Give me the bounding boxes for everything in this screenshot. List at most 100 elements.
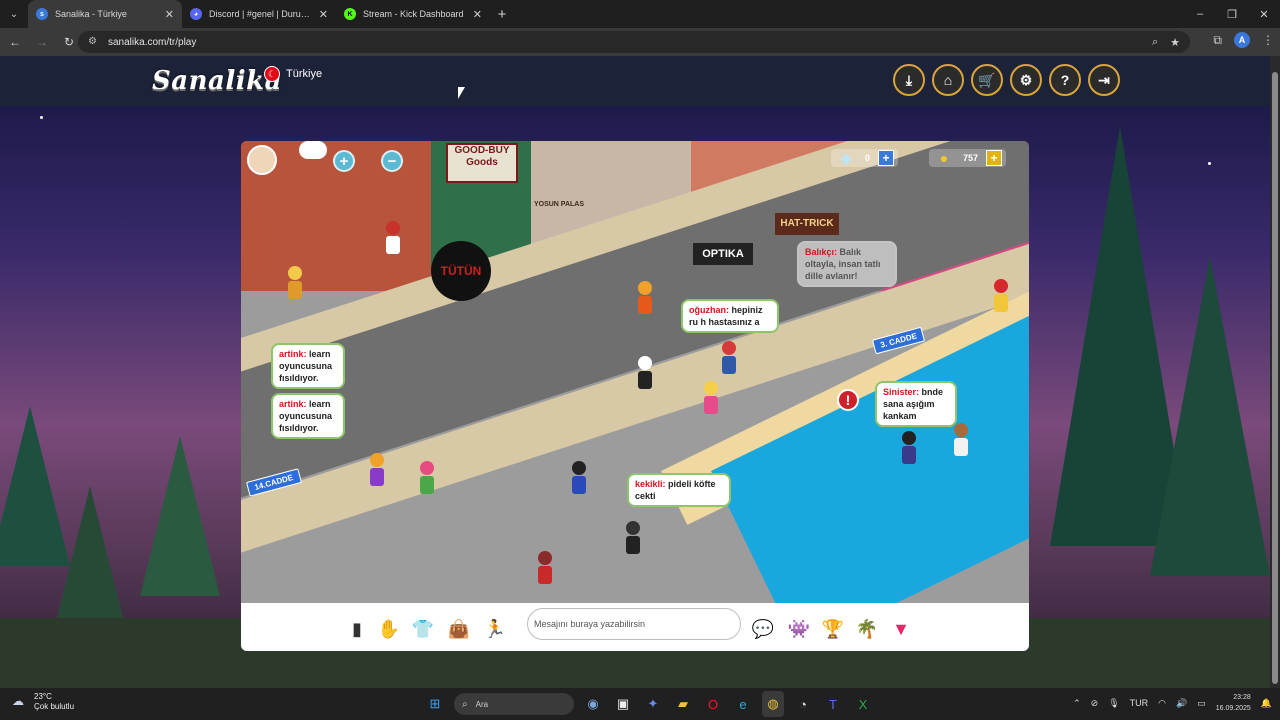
microphone-icon[interactable]: 🎙 (1108, 698, 1119, 709)
outfit-icon[interactable]: 👕 (409, 615, 437, 643)
help-icon[interactable]: ? (1049, 64, 1081, 96)
tab-discord[interactable]: ◕ Discord | #genel | Durum B ✕ (182, 0, 336, 28)
battery-icon[interactable]: ▭ (1197, 698, 1206, 709)
chat-sender: artink: (279, 399, 307, 409)
home-icon[interactable]: ⌂ (932, 64, 964, 96)
site-info-icon[interactable]: ⚙ (88, 36, 100, 48)
wifi-icon[interactable]: ◠ (1158, 698, 1166, 709)
player-avatar-npc[interactable] (625, 521, 641, 555)
address-bar[interactable]: ⚙ sanalika.com/tr/play ⌕ ★ (78, 31, 1190, 53)
minimize-button[interactable]: – (1184, 0, 1216, 28)
start-button[interactable]: ⊞ (424, 691, 446, 717)
diamond-icon: ◆ (840, 149, 852, 166)
excel-icon[interactable]: X (852, 691, 874, 717)
language-indicator[interactable]: TUR (1130, 698, 1149, 708)
add-diamonds-button[interactable]: + (878, 150, 895, 166)
player-avatar-npc[interactable] (419, 461, 435, 495)
player-avatar-npc[interactable] (637, 281, 653, 315)
weather-widget[interactable]: ☁ 23°C Çok bulutlu (12, 692, 74, 712)
island-icon[interactable]: 🌴 (853, 615, 881, 643)
extensions-icon[interactable]: ⧉ (1213, 33, 1222, 48)
file-explorer-icon[interactable]: ▰ (672, 691, 694, 717)
network-status-icon[interactable]: ⊘ (1091, 698, 1099, 709)
volume-icon[interactable]: 🔊 (1176, 698, 1187, 709)
phone-icon[interactable]: ▮ (343, 615, 371, 643)
maximize-button[interactable]: ❐ (1216, 0, 1248, 28)
forward-button[interactable]: → (30, 30, 54, 54)
bookmark-star-icon[interactable]: ★ (1170, 36, 1180, 49)
tab-sanalika[interactable]: s Sanalika - Türkiye ✕ (28, 0, 182, 28)
emote-hands-icon[interactable]: ✋ (375, 615, 403, 643)
zoom-out-button[interactable]: − (381, 150, 403, 172)
trophy-icon[interactable]: 🏆 (819, 615, 847, 643)
sanalika-logo[interactable]: Sanalika (152, 66, 282, 96)
page-scrollbar[interactable] (1270, 56, 1280, 688)
chat-input[interactable] (527, 608, 741, 640)
tab-kick[interactable]: K Stream - Kick Dashboard ✕ (336, 0, 490, 28)
chat-bubbles-icon[interactable]: 💬 (749, 615, 777, 643)
gear-icon[interactable]: ⚙ (1010, 64, 1042, 96)
pet-icon[interactable]: 👾 (785, 615, 813, 643)
download-icon[interactable]: ⤓ (893, 64, 925, 96)
close-tab-icon[interactable]: ✕ (313, 8, 328, 21)
chat-sender: Balıkçı: (805, 247, 838, 257)
hattrick-sign: HAT-TRICK (775, 213, 839, 235)
game-viewport[interactable]: GOOD-BUY Goods TÜTÜN OPTIKA HAT-TRICK YO… (241, 141, 1029, 603)
game-chat-bar: ▮ ✋ 👕 👜 🏃 💬 👾 🏆 🌴 ▼ (241, 603, 1029, 651)
menu-toggle-icon[interactable]: ▼ (887, 615, 915, 643)
notification-bell-icon[interactable]: 🔔 (1261, 698, 1272, 709)
close-tab-icon[interactable]: ✕ (467, 8, 482, 21)
coin-counter: ● 757 + (929, 149, 1007, 167)
scrollbar-thumb[interactable] (1272, 72, 1278, 684)
thought-bubble-icon[interactable] (299, 141, 327, 159)
player-avatar-npc[interactable] (637, 356, 653, 390)
player-avatar-npc[interactable] (287, 266, 303, 300)
widget-app-icon[interactable]: ◉ (582, 691, 604, 717)
tab-search-chevron-icon[interactable]: ⌄ (0, 0, 28, 28)
obs-icon[interactable]: ◔ (792, 691, 814, 717)
edge-icon[interactable]: e (732, 691, 754, 717)
tab-title: Stream - Kick Dashboard (363, 9, 464, 19)
player-avatar-npc[interactable] (369, 453, 385, 487)
player-avatar-npc[interactable] (901, 431, 917, 465)
player-avatar-npc[interactable] (571, 461, 587, 495)
cloud-icon: ☁ (12, 694, 24, 708)
alert-icon[interactable]: ! (837, 389, 859, 411)
url-text: sanalika.com/tr/play (108, 36, 197, 48)
teams-icon[interactable]: T (822, 691, 844, 717)
region-selector[interactable]: ☾ Türkiye (264, 66, 322, 82)
copilot-icon[interactable]: ✦ (642, 691, 664, 717)
tray-chevron-icon[interactable]: ⌃ (1073, 698, 1081, 709)
logout-icon[interactable]: ⇥ (1088, 64, 1120, 96)
tutun-sign[interactable]: TÜTÜN (431, 241, 491, 301)
close-window-button[interactable]: ✕ (1248, 0, 1280, 28)
player-avatar-npc[interactable] (993, 279, 1009, 313)
cart-icon[interactable]: 🛒 (971, 64, 1003, 96)
player-avatar-npc[interactable] (721, 341, 737, 375)
goodbuy-sign: GOOD-BUY Goods (446, 143, 518, 183)
add-coins-button[interactable]: + (986, 150, 1003, 166)
inventory-bag-icon[interactable]: 👜 (445, 615, 473, 643)
player-avatar-npc[interactable] (385, 221, 401, 255)
chrome-icon[interactable]: ◍ (762, 691, 784, 717)
dance-icon[interactable]: 🏃 (481, 615, 509, 643)
player-avatar-npc[interactable] (703, 381, 719, 415)
browser-toolbar: ← → ↻ ⚙ sanalika.com/tr/play ⌕ ★ ⧉ A ⋮ (0, 28, 1280, 56)
browser-menu-icon[interactable]: ⋮ (1262, 33, 1274, 47)
system-tray: ⌃ ⊘ 🎙 TUR ◠ 🔊 ▭ 23:28 16.09.2025 🔔 (1073, 692, 1272, 714)
zoom-icon[interactable]: ⌕ (1152, 36, 1158, 49)
new-tab-button[interactable]: + (490, 6, 514, 23)
opera-icon[interactable]: O (702, 691, 724, 717)
player-avatar-npc[interactable] (537, 551, 553, 585)
coin-icon: ● (939, 150, 949, 166)
taskbar-search[interactable]: ⌕ Ara (454, 693, 574, 715)
player-avatar-npc[interactable] (953, 423, 969, 457)
player-avatar[interactable] (247, 145, 277, 175)
zoom-in-button[interactable]: + (333, 150, 355, 172)
task-view-icon[interactable]: ▣ (612, 691, 634, 717)
back-button[interactable]: ← (3, 30, 27, 54)
weather-temp: 23°C (34, 692, 52, 701)
profile-avatar[interactable]: A (1234, 32, 1250, 48)
clock[interactable]: 23:28 16.09.2025 (1216, 692, 1251, 714)
close-tab-icon[interactable]: ✕ (159, 8, 174, 21)
